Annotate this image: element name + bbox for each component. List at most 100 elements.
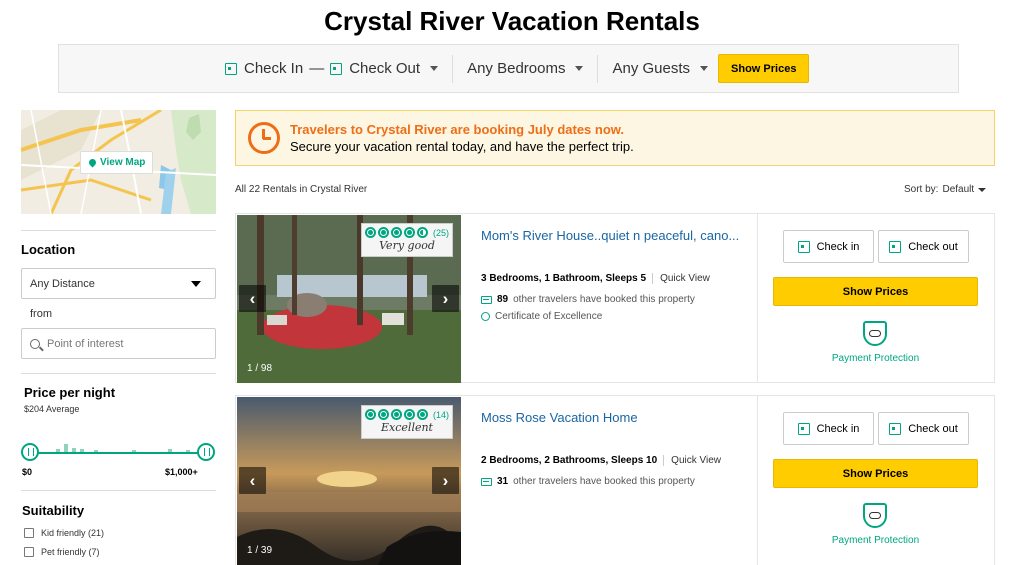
chevron-down-icon: [575, 66, 584, 71]
location-heading: Location: [21, 242, 76, 257]
divider: [21, 230, 216, 231]
map-pin-icon: [87, 157, 98, 168]
next-photo-button[interactable]: ›: [432, 467, 459, 494]
pet-friendly-option[interactable]: Pet friendly (7): [24, 547, 100, 557]
bedrooms-dropdown[interactable]: Any Bedrooms: [467, 60, 584, 77]
rating-bubble-icon: [416, 409, 428, 420]
search-icon: [30, 338, 40, 349]
rating-bubble-icon: [364, 409, 376, 420]
clock-icon: [248, 122, 280, 154]
booked-text: other travelers have booked this propert…: [513, 294, 695, 305]
review-count[interactable]: (14): [433, 410, 449, 420]
price-max-label: $1,000+: [165, 467, 198, 477]
calendar-icon: [889, 422, 902, 435]
check-out-label: Check out: [908, 240, 958, 253]
price-heading: Price per night: [24, 385, 116, 400]
kid-friendly-label: Kid friendly (21): [41, 528, 105, 538]
price-average: $204 Average: [24, 404, 80, 414]
check-in-button[interactable]: Check in: [783, 230, 874, 263]
certificate-text: Certificate of Excellence: [495, 311, 603, 322]
chevron-down-icon: [700, 66, 709, 71]
listing-photo[interactable]: (14) Excellent ‹ › 1 / 39: [237, 397, 461, 565]
quick-view-link[interactable]: Quick View: [652, 273, 710, 284]
booked-line: 89 other travelers have booked this prop…: [481, 294, 695, 305]
rating-bubbles: (14): [362, 409, 452, 420]
payment-protection-link[interactable]: Payment Protection: [773, 353, 978, 364]
check-in-field[interactable]: Check In: [225, 60, 303, 77]
rating-box: (25) Very good: [361, 223, 453, 257]
guests-label: Any Guests: [612, 60, 691, 77]
listing-photo[interactable]: (25) Very good ‹ › 1 / 98: [237, 215, 461, 383]
rating-bubble-icon: [390, 409, 402, 420]
calendar-icon: [225, 62, 237, 75]
pet-friendly-label: Pet friendly (7): [41, 547, 100, 557]
booked-text: other travelers have booked this propert…: [513, 476, 695, 487]
divider: [757, 214, 758, 382]
kid-friendly-option[interactable]: Kid friendly (21): [24, 528, 104, 538]
show-prices-button[interactable]: Show Prices: [773, 277, 978, 306]
from-label: from: [30, 308, 52, 320]
divider: [21, 373, 216, 374]
quick-view-link[interactable]: Quick View: [663, 455, 721, 466]
listing-title[interactable]: Moss Rose Vacation Home: [481, 410, 751, 425]
check-out-button[interactable]: Check out: [878, 412, 969, 445]
distance-value: Any Distance: [30, 277, 95, 290]
calendar-icon: [797, 422, 810, 435]
map-thumbnail[interactable]: View Map: [21, 110, 216, 214]
booked-count: 89: [497, 294, 509, 305]
booking-icon: [481, 295, 492, 304]
point-of-interest-input[interactable]: Point of interest: [21, 328, 216, 359]
previous-photo-button[interactable]: ‹: [239, 467, 266, 494]
distance-select[interactable]: Any Distance: [21, 268, 216, 299]
owl-icon: [869, 330, 881, 337]
calendar-icon: [797, 240, 810, 253]
bedrooms-label: Any Bedrooms: [467, 60, 566, 77]
listing-card: (14) Excellent ‹ › 1 / 39 Moss Rose Vaca…: [235, 395, 995, 565]
booked-count: 31: [497, 476, 509, 487]
previous-photo-button[interactable]: ‹: [239, 285, 266, 312]
price-slider-min-handle[interactable]: [21, 443, 39, 461]
review-count[interactable]: (25): [433, 228, 449, 238]
sort-dropdown[interactable]: Sort by: Default: [904, 184, 987, 195]
rating-word: Excellent: [381, 421, 433, 434]
price-slider-track[interactable]: [30, 452, 206, 454]
check-in-button[interactable]: Check in: [783, 412, 874, 445]
rating-bubble-icon: [403, 409, 415, 420]
booking-icon: [481, 477, 492, 486]
check-out-field[interactable]: Check Out: [330, 60, 439, 77]
payment-shield-icon: [863, 503, 887, 528]
check-in-label: Check In: [244, 60, 304, 77]
kid-friendly-checkbox[interactable]: [24, 528, 34, 538]
guests-dropdown[interactable]: Any Guests: [612, 60, 709, 77]
payment-protection-link[interactable]: Payment Protection: [773, 535, 978, 546]
view-map-button[interactable]: View Map: [80, 151, 154, 174]
rating-bubble-icon: [403, 227, 415, 238]
sort-value: Default: [942, 184, 975, 195]
check-out-label: Check Out: [349, 60, 421, 77]
price-slider-max-handle[interactable]: [197, 443, 215, 461]
banner-subtext: Secure your vacation rental today, and h…: [290, 139, 634, 154]
listing-card: (25) Very good ‹ › 1 / 98 Mom's River Ho…: [235, 213, 995, 383]
results-count: All 22 Rentals in Crystal River: [235, 184, 368, 195]
listing-specs-text: 2 Bedrooms, 2 Bathrooms, Sleeps 10: [481, 455, 658, 466]
next-photo-button[interactable]: ›: [432, 285, 459, 312]
view-map-label: View Map: [100, 157, 146, 168]
owl-icon: [869, 512, 881, 519]
listing-specs: 2 Bedrooms, 2 Bathrooms, Sleeps 10 Quick…: [481, 455, 721, 466]
award-icon: [481, 312, 490, 321]
rating-box: (14) Excellent: [361, 405, 453, 439]
show-prices-button[interactable]: Show Prices: [773, 459, 978, 488]
divider: [597, 54, 599, 83]
pet-friendly-checkbox[interactable]: [24, 547, 34, 557]
calendar-icon: [889, 240, 902, 253]
check-in-label: Check in: [816, 422, 860, 435]
sort-label: Sort by:: [904, 184, 939, 195]
show-prices-button[interactable]: Show Prices: [718, 54, 810, 83]
histogram-bar: [64, 444, 68, 452]
check-out-button[interactable]: Check out: [878, 230, 969, 263]
divider: [21, 490, 216, 491]
suitability-heading: Suitability: [22, 503, 85, 518]
listing-title[interactable]: Mom's River House..quiet n peaceful, can…: [481, 228, 751, 243]
divider: [452, 54, 454, 83]
rating-bubble-icon: [364, 227, 376, 238]
